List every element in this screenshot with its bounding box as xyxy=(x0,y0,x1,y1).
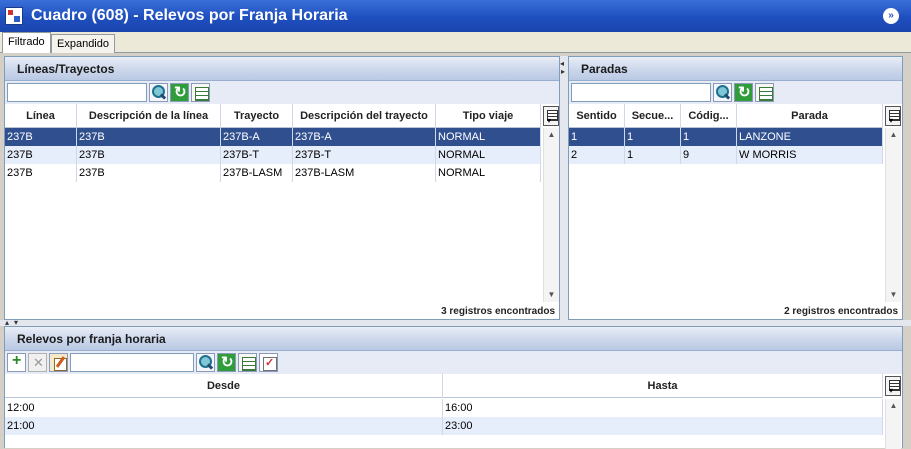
cell-tipo-viaje: NORMAL xyxy=(436,146,541,164)
cell-tipo-viaje: NORMAL xyxy=(436,164,541,182)
cell-trayecto: 237B-A xyxy=(221,128,293,146)
relevos-search-input[interactable] xyxy=(70,353,194,372)
scroll-down-arrow[interactable]: ▼ xyxy=(886,288,901,302)
col-header-descripcion-linea[interactable]: Descripción de la línea xyxy=(77,104,221,128)
lineas-vertical-scrollbar[interactable]: ▲ ▼ xyxy=(543,128,559,302)
scroll-up-arrow[interactable]: ▲ xyxy=(886,399,901,413)
lineas-grid-header: Línea Descripción de la línea Trayecto D… xyxy=(5,104,541,128)
lineas-search-input[interactable] xyxy=(7,83,147,102)
refresh-icon[interactable] xyxy=(217,353,236,372)
col-header-trayecto[interactable]: Trayecto xyxy=(221,104,293,128)
col-header-linea[interactable]: Línea xyxy=(5,104,77,128)
add-icon[interactable] xyxy=(7,352,26,372)
lineas-toolbar xyxy=(5,81,559,104)
col-header-descripcion-trayecto[interactable]: Descripción del trayecto xyxy=(293,104,436,128)
cell-descripcion-linea: 237B xyxy=(77,128,221,146)
table-row[interactable]: 2 1 9 W MORRIS xyxy=(569,146,883,164)
scroll-up-arrow[interactable]: ▲ xyxy=(886,128,901,142)
column-chooser-icon[interactable] xyxy=(885,376,901,396)
cell-descripcion-trayecto: 237B-A xyxy=(293,128,436,146)
col-header-secuencia[interactable]: Secue... xyxy=(625,104,681,128)
cell-secuencia: 1 xyxy=(625,146,681,164)
cell-linea: 237B xyxy=(5,128,77,146)
cell-linea: 237B xyxy=(5,164,77,182)
export-excel-icon[interactable] xyxy=(191,83,210,102)
delete-icon[interactable] xyxy=(28,353,47,372)
relevos-panel-title: Relevos por franja horaria xyxy=(5,327,902,351)
search-icon[interactable] xyxy=(196,353,215,372)
vertical-splitter[interactable]: ◂ ▸ xyxy=(560,56,568,320)
collapse-icon[interactable]: » xyxy=(883,8,899,24)
edit-icon[interactable] xyxy=(49,353,68,372)
lineas-record-count: 3 registros encontrados xyxy=(441,306,555,317)
cell-sentido: 1 xyxy=(569,128,625,146)
tab-strip: Filtrado Expandido xyxy=(0,32,911,53)
cell-hasta: 16:00 xyxy=(443,399,883,417)
relevos-toolbar xyxy=(5,351,902,374)
paradas-search-input[interactable] xyxy=(571,83,711,102)
table-row[interactable]: 12:00 16:00 xyxy=(5,399,883,417)
cell-descripcion-trayecto: 237B-T xyxy=(293,146,436,164)
relevos-panel: Relevos por franja horaria Desde Hasta 1… xyxy=(4,326,903,449)
window-title: Cuadro (608) - Relevos por Franja Horari… xyxy=(31,7,348,24)
app-icon xyxy=(5,7,23,25)
table-row[interactable]: 237B 237B 237B-T 237B-T NORMAL xyxy=(5,146,541,164)
table-row[interactable]: 1 1 1 LANZONE xyxy=(569,128,883,146)
lineas-panel-title: Líneas/Trayectos xyxy=(5,57,559,81)
table-row[interactable]: 237B 237B 237B-A 237B-A NORMAL xyxy=(5,128,541,146)
col-header-parada[interactable]: Parada xyxy=(737,104,883,128)
paradas-panel: Paradas Sentido Secue... Códig... Parada… xyxy=(568,56,903,320)
cell-desde: 12:00 xyxy=(5,399,443,417)
search-icon[interactable] xyxy=(149,83,168,102)
scroll-up-arrow[interactable]: ▲ xyxy=(544,128,559,142)
column-chooser-icon[interactable] xyxy=(885,106,901,126)
paradas-panel-title: Paradas xyxy=(569,57,902,81)
cell-codigo: 1 xyxy=(681,128,737,146)
cell-trayecto: 237B-T xyxy=(221,146,293,164)
paradas-toolbar xyxy=(569,81,902,104)
cell-descripcion-linea: 237B xyxy=(77,164,221,182)
cell-desde: 21:00 xyxy=(5,417,443,435)
cell-tipo-viaje: NORMAL xyxy=(436,128,541,146)
cell-descripcion-linea: 237B xyxy=(77,146,221,164)
tab-expandido[interactable]: Expandido xyxy=(51,34,115,53)
validate-icon[interactable] xyxy=(259,353,278,372)
cell-linea: 237B xyxy=(5,146,77,164)
refresh-icon[interactable] xyxy=(734,83,753,102)
table-row[interactable]: 21:00 23:00 xyxy=(5,417,883,435)
paradas-record-count: 2 registros encontrados xyxy=(784,306,898,317)
col-header-hasta[interactable]: Hasta xyxy=(443,374,883,398)
cell-parada: W MORRIS xyxy=(737,146,883,164)
lineas-trayectos-panel: Líneas/Trayectos Línea Descripción de la… xyxy=(4,56,560,320)
relevos-grid-header: Desde Hasta xyxy=(5,374,883,398)
col-header-tipo-viaje[interactable]: Tipo viaje xyxy=(436,104,541,128)
cell-trayecto: 237B-LASM xyxy=(221,164,293,182)
export-excel-icon[interactable] xyxy=(238,353,257,372)
paradas-grid-header: Sentido Secue... Códig... Parada xyxy=(569,104,883,128)
col-header-desde[interactable]: Desde xyxy=(5,374,443,398)
cell-codigo: 9 xyxy=(681,146,737,164)
search-icon[interactable] xyxy=(713,83,732,102)
export-excel-icon[interactable] xyxy=(755,83,774,102)
tab-filtrado[interactable]: Filtrado xyxy=(2,32,51,53)
window-title-bar: Cuadro (608) - Relevos por Franja Horari… xyxy=(0,0,911,32)
splitter-grip-right[interactable]: ▸ xyxy=(561,68,565,76)
relevos-vertical-scrollbar[interactable]: ▲ xyxy=(885,399,901,449)
table-row[interactable]: 237B 237B 237B-LASM 237B-LASM NORMAL xyxy=(5,164,541,182)
cell-secuencia: 1 xyxy=(625,128,681,146)
column-chooser-icon[interactable] xyxy=(543,106,559,126)
paradas-vertical-scrollbar[interactable]: ▲ ▼ xyxy=(885,128,901,302)
col-header-codigo[interactable]: Códig... xyxy=(681,104,737,128)
col-header-sentido[interactable]: Sentido xyxy=(569,104,625,128)
cell-sentido: 2 xyxy=(569,146,625,164)
cell-hasta: 23:00 xyxy=(443,417,883,435)
cell-descripcion-trayecto: 237B-LASM xyxy=(293,164,436,182)
refresh-icon[interactable] xyxy=(170,83,189,102)
cell-parada: LANZONE xyxy=(737,128,883,146)
scroll-down-arrow[interactable]: ▼ xyxy=(544,288,559,302)
